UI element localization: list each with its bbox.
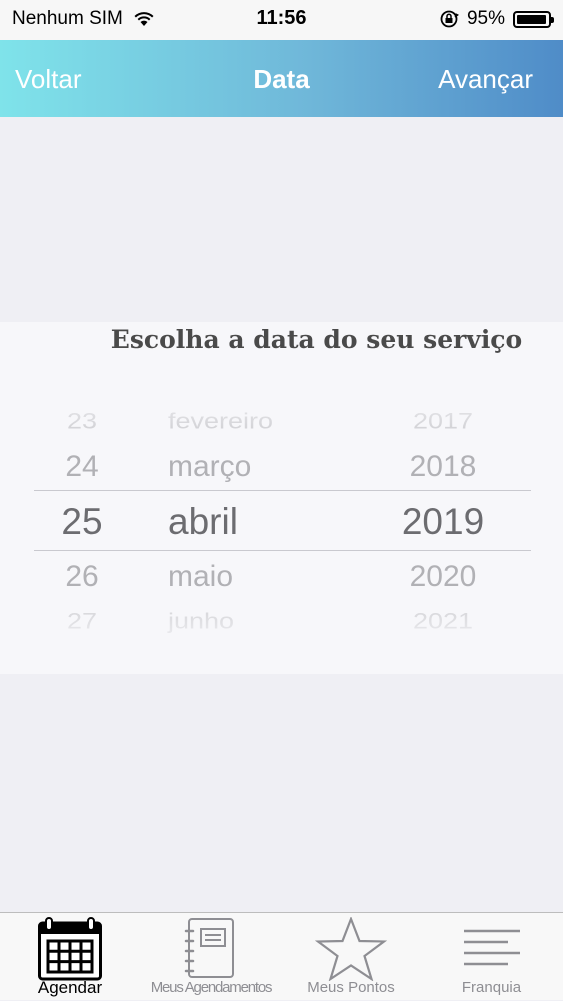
tab-agendar[interactable]: Agendar (0, 913, 140, 1001)
tab-meus-pontos[interactable]: Meus Pontos (282, 913, 420, 1001)
day-option[interactable]: 27 (40, 609, 124, 634)
day-option[interactable]: 23 (40, 409, 124, 434)
date-picker-panel: Escolha a data do seu serviço 23 24 25 2… (0, 322, 563, 674)
navigation-bar: Voltar Data Avançar (0, 40, 563, 117)
picker-title: Escolha a data do seu serviço (110, 325, 523, 354)
date-picker[interactable]: 23 24 25 26 27 fevereiro março abril mai… (0, 382, 563, 652)
day-option-selected[interactable]: 25 (40, 501, 124, 543)
tab-franquia[interactable]: Franquia (420, 913, 563, 1001)
battery-percent: 95% (466, 8, 505, 29)
day-wheel[interactable]: 23 24 25 26 27 (40, 382, 124, 652)
tab-label: Franquia (461, 979, 522, 996)
month-option[interactable]: março (150, 450, 326, 484)
tab-meus-agendamentos[interactable]: Meus Agendamentos (140, 913, 282, 1001)
year-wheel[interactable]: 2017 2018 2019 2020 2021 (380, 382, 506, 652)
notebook-icon (184, 918, 234, 978)
menu-lines-icon (463, 929, 520, 966)
tab-label: Meus Agendamentos (150, 979, 273, 996)
day-option[interactable]: 26 (40, 560, 124, 594)
status-bar: Nenhum SIM 11:56 95% (0, 0, 563, 40)
day-option[interactable]: 24 (40, 450, 124, 484)
tab-label: Agendar (37, 978, 103, 997)
calendar-icon (38, 917, 102, 981)
month-wheel[interactable]: fevereiro março abril maio junho (150, 382, 326, 652)
orientation-lock-icon (440, 10, 459, 28)
status-left: Nenhum SIM (12, 8, 155, 30)
month-option[interactable]: junho (150, 609, 326, 634)
year-option[interactable]: 2017 (380, 409, 506, 434)
year-option[interactable]: 2018 (380, 450, 506, 484)
tab-label: Meus Pontos (307, 979, 395, 996)
next-button[interactable]: Avançar (438, 64, 533, 95)
month-option-selected[interactable]: abril (150, 501, 326, 543)
year-option-selected[interactable]: 2019 (380, 501, 506, 543)
year-option[interactable]: 2021 (380, 609, 506, 634)
battery-icon (513, 10, 554, 28)
carrier-label: Nenhum SIM (12, 8, 123, 29)
tab-bar: Agendar Meus Agendamentos Meus Pontos Fr… (0, 912, 563, 1000)
wifi-icon (134, 12, 154, 26)
status-right: 95% (439, 8, 554, 30)
month-option[interactable]: maio (150, 560, 326, 594)
back-button[interactable]: Voltar (15, 64, 82, 95)
year-option[interactable]: 2020 (380, 560, 506, 594)
star-icon (315, 917, 387, 981)
battery-fill (517, 14, 546, 24)
month-option[interactable]: fevereiro (150, 409, 326, 434)
